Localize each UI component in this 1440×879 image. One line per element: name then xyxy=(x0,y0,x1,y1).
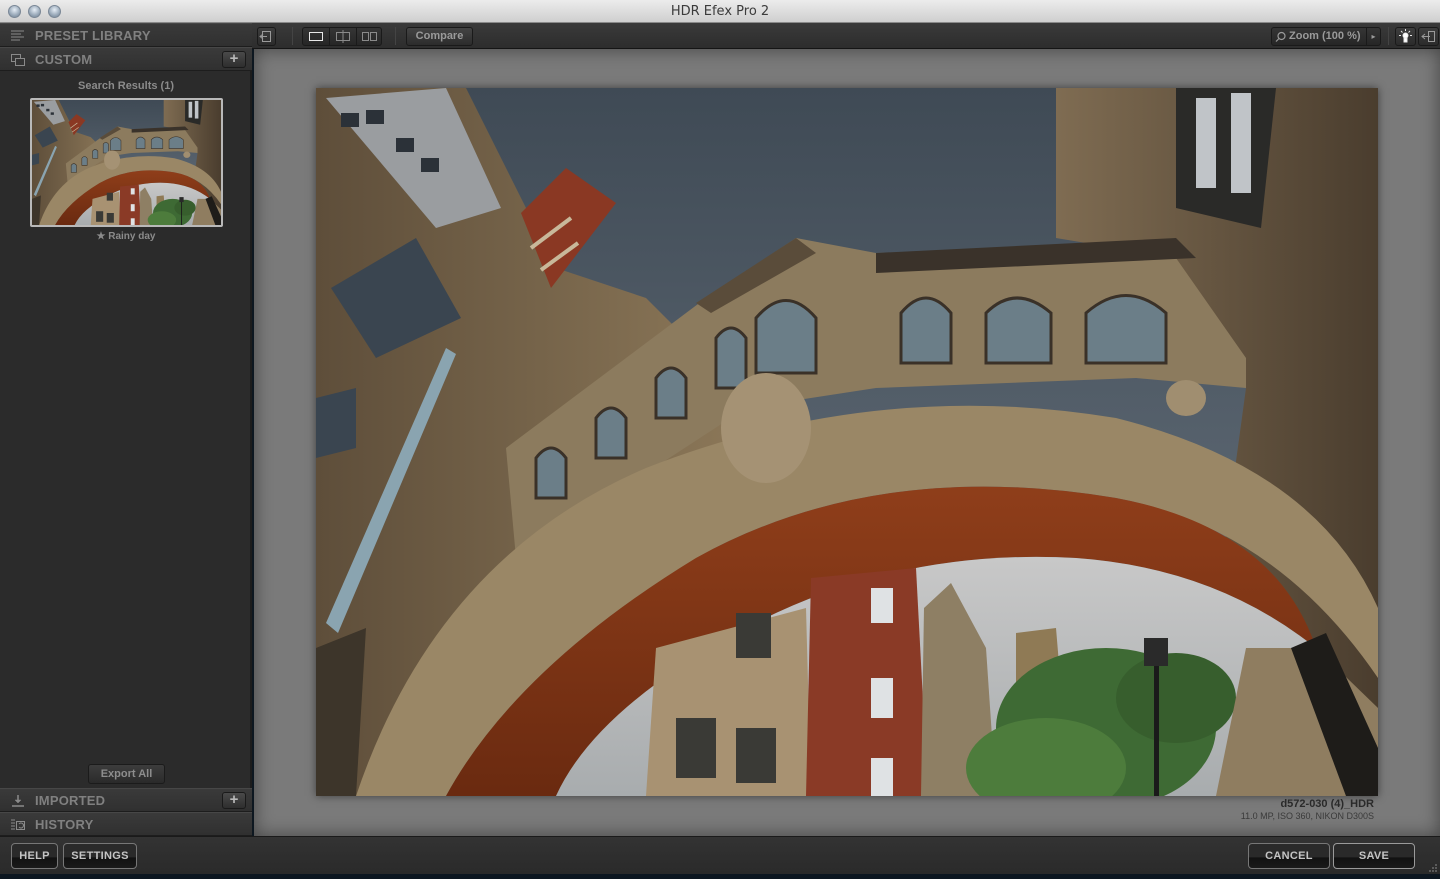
preset-sidebar: PRESET LIBRARY CUSTOM + Search Results (… xyxy=(0,23,252,836)
window-title: HDR Efex Pro 2 xyxy=(670,4,770,19)
side-by-side-view-icon xyxy=(362,32,377,41)
preset-caption: ★ Rainy day xyxy=(0,231,252,242)
cancel-button[interactable]: CANCEL xyxy=(1248,843,1330,869)
exit-panel-icon xyxy=(259,31,271,42)
section-history[interactable]: HISTORY xyxy=(0,812,252,836)
collapse-panel-button[interactable] xyxy=(1418,27,1439,46)
side-by-side-view-button[interactable] xyxy=(357,28,383,45)
section-label: HISTORY xyxy=(35,817,94,832)
section-label: CUSTOM xyxy=(35,52,93,67)
split-view-button[interactable] xyxy=(330,28,357,45)
save-button[interactable]: SAVE xyxy=(1333,843,1415,869)
settings-button[interactable]: SETTINGS xyxy=(63,843,137,869)
zoom-menu-arrow-icon[interactable]: ▸ xyxy=(1366,28,1380,45)
view-mode-group xyxy=(302,27,382,46)
preset-thumbnail[interactable] xyxy=(30,98,223,227)
toolbar-divider xyxy=(1388,27,1389,45)
stacked-windows-icon xyxy=(10,53,26,67)
collapse-panel-icon xyxy=(1421,31,1435,42)
bottom-bar: HELP SETTINGS CANCEL SAVE xyxy=(0,836,1440,874)
help-button[interactable]: HELP xyxy=(11,843,58,869)
add-imported-preset-button[interactable]: + xyxy=(222,792,246,809)
zoom-control[interactable]: Zoom (100 %) ▸ xyxy=(1271,27,1381,46)
photo-metadata: 11.0 MP, ISO 360, NIKON D300S xyxy=(1240,811,1374,821)
history-icon xyxy=(10,818,26,832)
search-results-label: Search Results (1) xyxy=(78,80,174,92)
export-all-button[interactable]: Export All xyxy=(88,764,165,784)
desktop-strip xyxy=(0,874,1440,879)
photo-filename: d572-030 (4)_HDR xyxy=(1280,798,1374,810)
toolbar-divider xyxy=(395,27,396,45)
hdr-preview-image[interactable] xyxy=(316,88,1378,796)
single-view-button[interactable] xyxy=(303,28,330,45)
section-custom[interactable]: CUSTOM + xyxy=(0,47,252,71)
toolbar-divider xyxy=(292,27,293,45)
section-label: PRESET LIBRARY xyxy=(35,28,151,43)
compare-button[interactable]: Compare xyxy=(406,27,473,46)
section-preset-library[interactable]: PRESET LIBRARY xyxy=(0,23,252,47)
list-icon xyxy=(10,29,26,43)
add-custom-preset-button[interactable]: + xyxy=(222,51,246,68)
exit-panel-button[interactable] xyxy=(257,27,276,46)
loupe-brightness-icon xyxy=(1399,29,1412,43)
photo-scene xyxy=(316,88,1378,796)
import-icon xyxy=(10,794,26,808)
preset-thumbnail-image xyxy=(32,100,221,225)
magnifier-icon xyxy=(1275,31,1286,42)
single-view-icon xyxy=(309,32,323,41)
section-label: IMPORTED xyxy=(35,793,106,808)
section-imported[interactable]: IMPORTED + xyxy=(0,788,252,812)
split-view-icon xyxy=(336,30,350,43)
favorite-star-icon: ★ xyxy=(96,231,106,242)
loupe-toggle-button[interactable] xyxy=(1395,27,1416,46)
preset-name: Rainy day xyxy=(108,231,156,242)
window-titlebar: HDR Efex Pro 2 xyxy=(0,0,1440,23)
resize-grip-icon[interactable] xyxy=(1428,863,1438,873)
zoom-level-label: Zoom (100 %) xyxy=(1289,30,1361,42)
